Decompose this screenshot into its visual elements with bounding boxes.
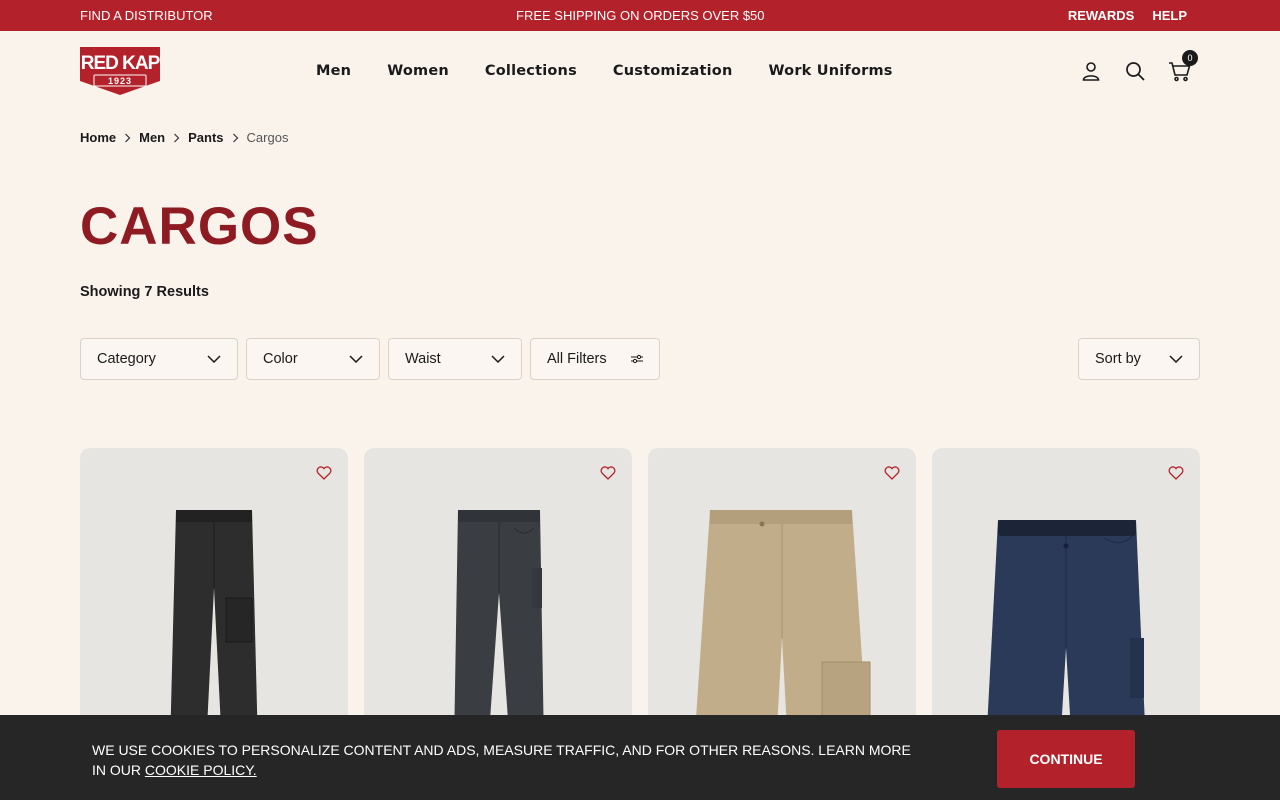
- product-card[interactable]: [80, 448, 348, 748]
- nav-men[interactable]: Men: [316, 63, 351, 79]
- category-filter[interactable]: Category: [80, 338, 238, 380]
- product-card[interactable]: [648, 448, 916, 748]
- product-image: [170, 510, 258, 748]
- cart-count-badge: 0: [1182, 50, 1198, 66]
- product-image: [694, 510, 871, 748]
- chevron-right-icon: [232, 133, 238, 142]
- chevron-right-icon: [174, 133, 180, 142]
- cart-icon[interactable]: 0: [1168, 50, 1198, 82]
- help-link[interactable]: HELP: [1152, 8, 1187, 23]
- nav-women[interactable]: Women: [387, 63, 449, 79]
- topbar-links: REWARDS HELP: [1068, 8, 1187, 23]
- heart-icon[interactable]: [884, 466, 900, 480]
- waist-filter[interactable]: Waist: [388, 338, 522, 380]
- page-title: CARGOS: [80, 197, 319, 256]
- sliders-icon: [631, 354, 643, 364]
- nav-customization[interactable]: Customization: [613, 63, 733, 79]
- breadcrumb-pants[interactable]: Pants: [188, 130, 223, 145]
- color-filter[interactable]: Color: [246, 338, 380, 380]
- category-filter-label: Category: [97, 351, 156, 367]
- logo-year: 1923: [108, 76, 132, 86]
- product-image: [986, 520, 1146, 748]
- logo-text: RED KAP: [81, 53, 160, 74]
- cookie-message: WE USE COOKIES TO PERSONALIZE CONTENT AN…: [92, 740, 912, 780]
- chevron-down-icon: [349, 355, 363, 363]
- results-count: Showing 7 Results: [80, 284, 209, 300]
- cookie-banner: WE USE COOKIES TO PERSONALIZE CONTENT AN…: [0, 715, 1280, 800]
- waist-filter-label: Waist: [405, 351, 441, 367]
- continue-button[interactable]: CONTINUE: [997, 730, 1135, 788]
- find-distributor-link[interactable]: FIND A DISTRIBUTOR: [80, 8, 213, 23]
- heart-icon[interactable]: [1168, 466, 1184, 480]
- breadcrumb-current: Cargos: [246, 130, 289, 145]
- chevron-right-icon: [125, 133, 131, 142]
- all-filters-button[interactable]: All Filters: [530, 338, 660, 380]
- free-shipping-text: FREE SHIPPING ON ORDERS OVER $50: [516, 8, 765, 23]
- nav-collections[interactable]: Collections: [485, 63, 577, 79]
- heart-icon[interactable]: [600, 466, 616, 480]
- nav-work-uniforms[interactable]: Work Uniforms: [768, 63, 892, 79]
- chevron-down-icon: [1169, 355, 1183, 363]
- search-icon[interactable]: [1124, 60, 1146, 82]
- account-icon[interactable]: [1080, 60, 1102, 82]
- chevron-down-icon: [491, 355, 505, 363]
- cookie-policy-link[interactable]: COOKIE POLICY.: [145, 762, 257, 778]
- header-icons: 0: [1080, 31, 1198, 111]
- product-card[interactable]: [364, 448, 632, 748]
- breadcrumb: Home Men Pants Cargos: [80, 130, 288, 145]
- red-kap-logo[interactable]: RED KAP 1923: [80, 47, 162, 95]
- color-filter-label: Color: [263, 351, 298, 367]
- breadcrumb-men[interactable]: Men: [139, 130, 165, 145]
- rewards-link[interactable]: REWARDS: [1068, 8, 1134, 23]
- product-image: [454, 510, 544, 748]
- main-nav: Men Women Collections Customization Work…: [316, 31, 893, 111]
- breadcrumb-home[interactable]: Home: [80, 130, 116, 145]
- sort-dropdown[interactable]: Sort by: [1078, 338, 1200, 380]
- all-filters-label: All Filters: [547, 351, 607, 367]
- product-grid: [80, 448, 1200, 748]
- heart-icon[interactable]: [316, 466, 332, 480]
- product-card[interactable]: [932, 448, 1200, 748]
- filter-bar: Category Color Waist All Filters: [80, 338, 660, 380]
- announcement-bar: FIND A DISTRIBUTOR FREE SHIPPING ON ORDE…: [0, 0, 1280, 31]
- chevron-down-icon: [207, 355, 221, 363]
- sort-label: Sort by: [1095, 351, 1141, 367]
- site-header: RED KAP 1923 Men Women Collections Custo…: [0, 31, 1280, 111]
